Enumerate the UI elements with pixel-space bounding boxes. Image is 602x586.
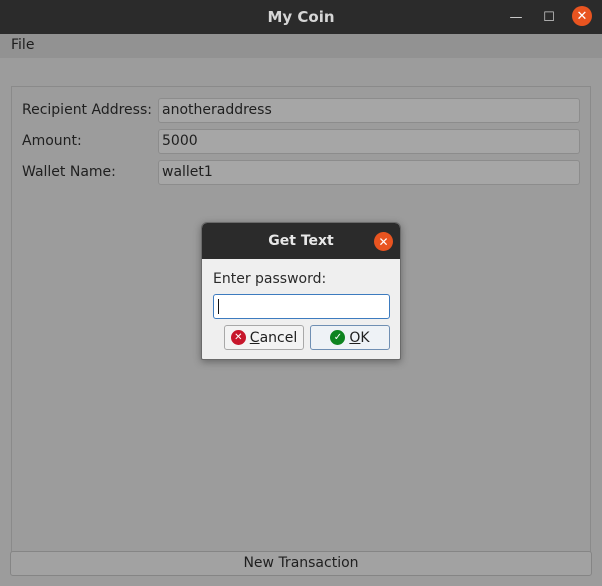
- dialog-title-bar[interactable]: Get Text ✕: [202, 223, 400, 259]
- wallet-name-input[interactable]: wallet1: [158, 160, 580, 185]
- ok-label-rest: K: [360, 329, 370, 346]
- close-icon: ✕: [576, 8, 588, 24]
- title-bar[interactable]: My Coin — ☐ ✕: [0, 0, 602, 34]
- get-text-dialog: Get Text ✕ Enter password: ✕ Cancel ✓ OK: [201, 222, 401, 360]
- ok-mnemonic: O: [349, 329, 361, 346]
- minimize-icon: —: [509, 9, 523, 25]
- menu-bar: File: [0, 34, 602, 58]
- amount-input[interactable]: 5000: [158, 129, 580, 154]
- ok-button[interactable]: ✓ OK: [310, 325, 390, 350]
- recipient-address-label: Recipient Address:: [22, 102, 152, 118]
- wallet-name-label: Wallet Name:: [22, 164, 116, 180]
- password-input[interactable]: [213, 294, 390, 319]
- dialog-title: Get Text: [268, 233, 334, 249]
- close-button[interactable]: ✕: [572, 6, 592, 26]
- text-caret: [218, 299, 219, 314]
- maximize-button[interactable]: ☐: [538, 6, 560, 28]
- cancel-mnemonic: C: [249, 329, 260, 346]
- cancel-button[interactable]: ✕ Cancel: [224, 325, 304, 350]
- cancel-icon: ✕: [230, 330, 246, 345]
- amount-label: Amount:: [22, 133, 82, 149]
- ok-label: OK: [349, 330, 369, 346]
- password-prompt: Enter password:: [213, 271, 327, 287]
- maximize-icon: ☐: [543, 9, 555, 25]
- cancel-label-rest: ancel: [259, 329, 298, 346]
- new-transaction-button[interactable]: New Transaction: [10, 551, 592, 576]
- dialog-close-button[interactable]: ✕: [374, 232, 393, 251]
- check-icon: ✓: [330, 330, 346, 345]
- main-window: My Coin — ☐ ✕ File Recipient Address: an…: [0, 0, 602, 586]
- cancel-label: Cancel: [250, 330, 297, 346]
- close-icon: ✕: [378, 234, 389, 249]
- menu-file[interactable]: File: [11, 37, 34, 53]
- minimize-button[interactable]: —: [505, 6, 527, 28]
- recipient-address-input[interactable]: anotheraddress: [158, 98, 580, 123]
